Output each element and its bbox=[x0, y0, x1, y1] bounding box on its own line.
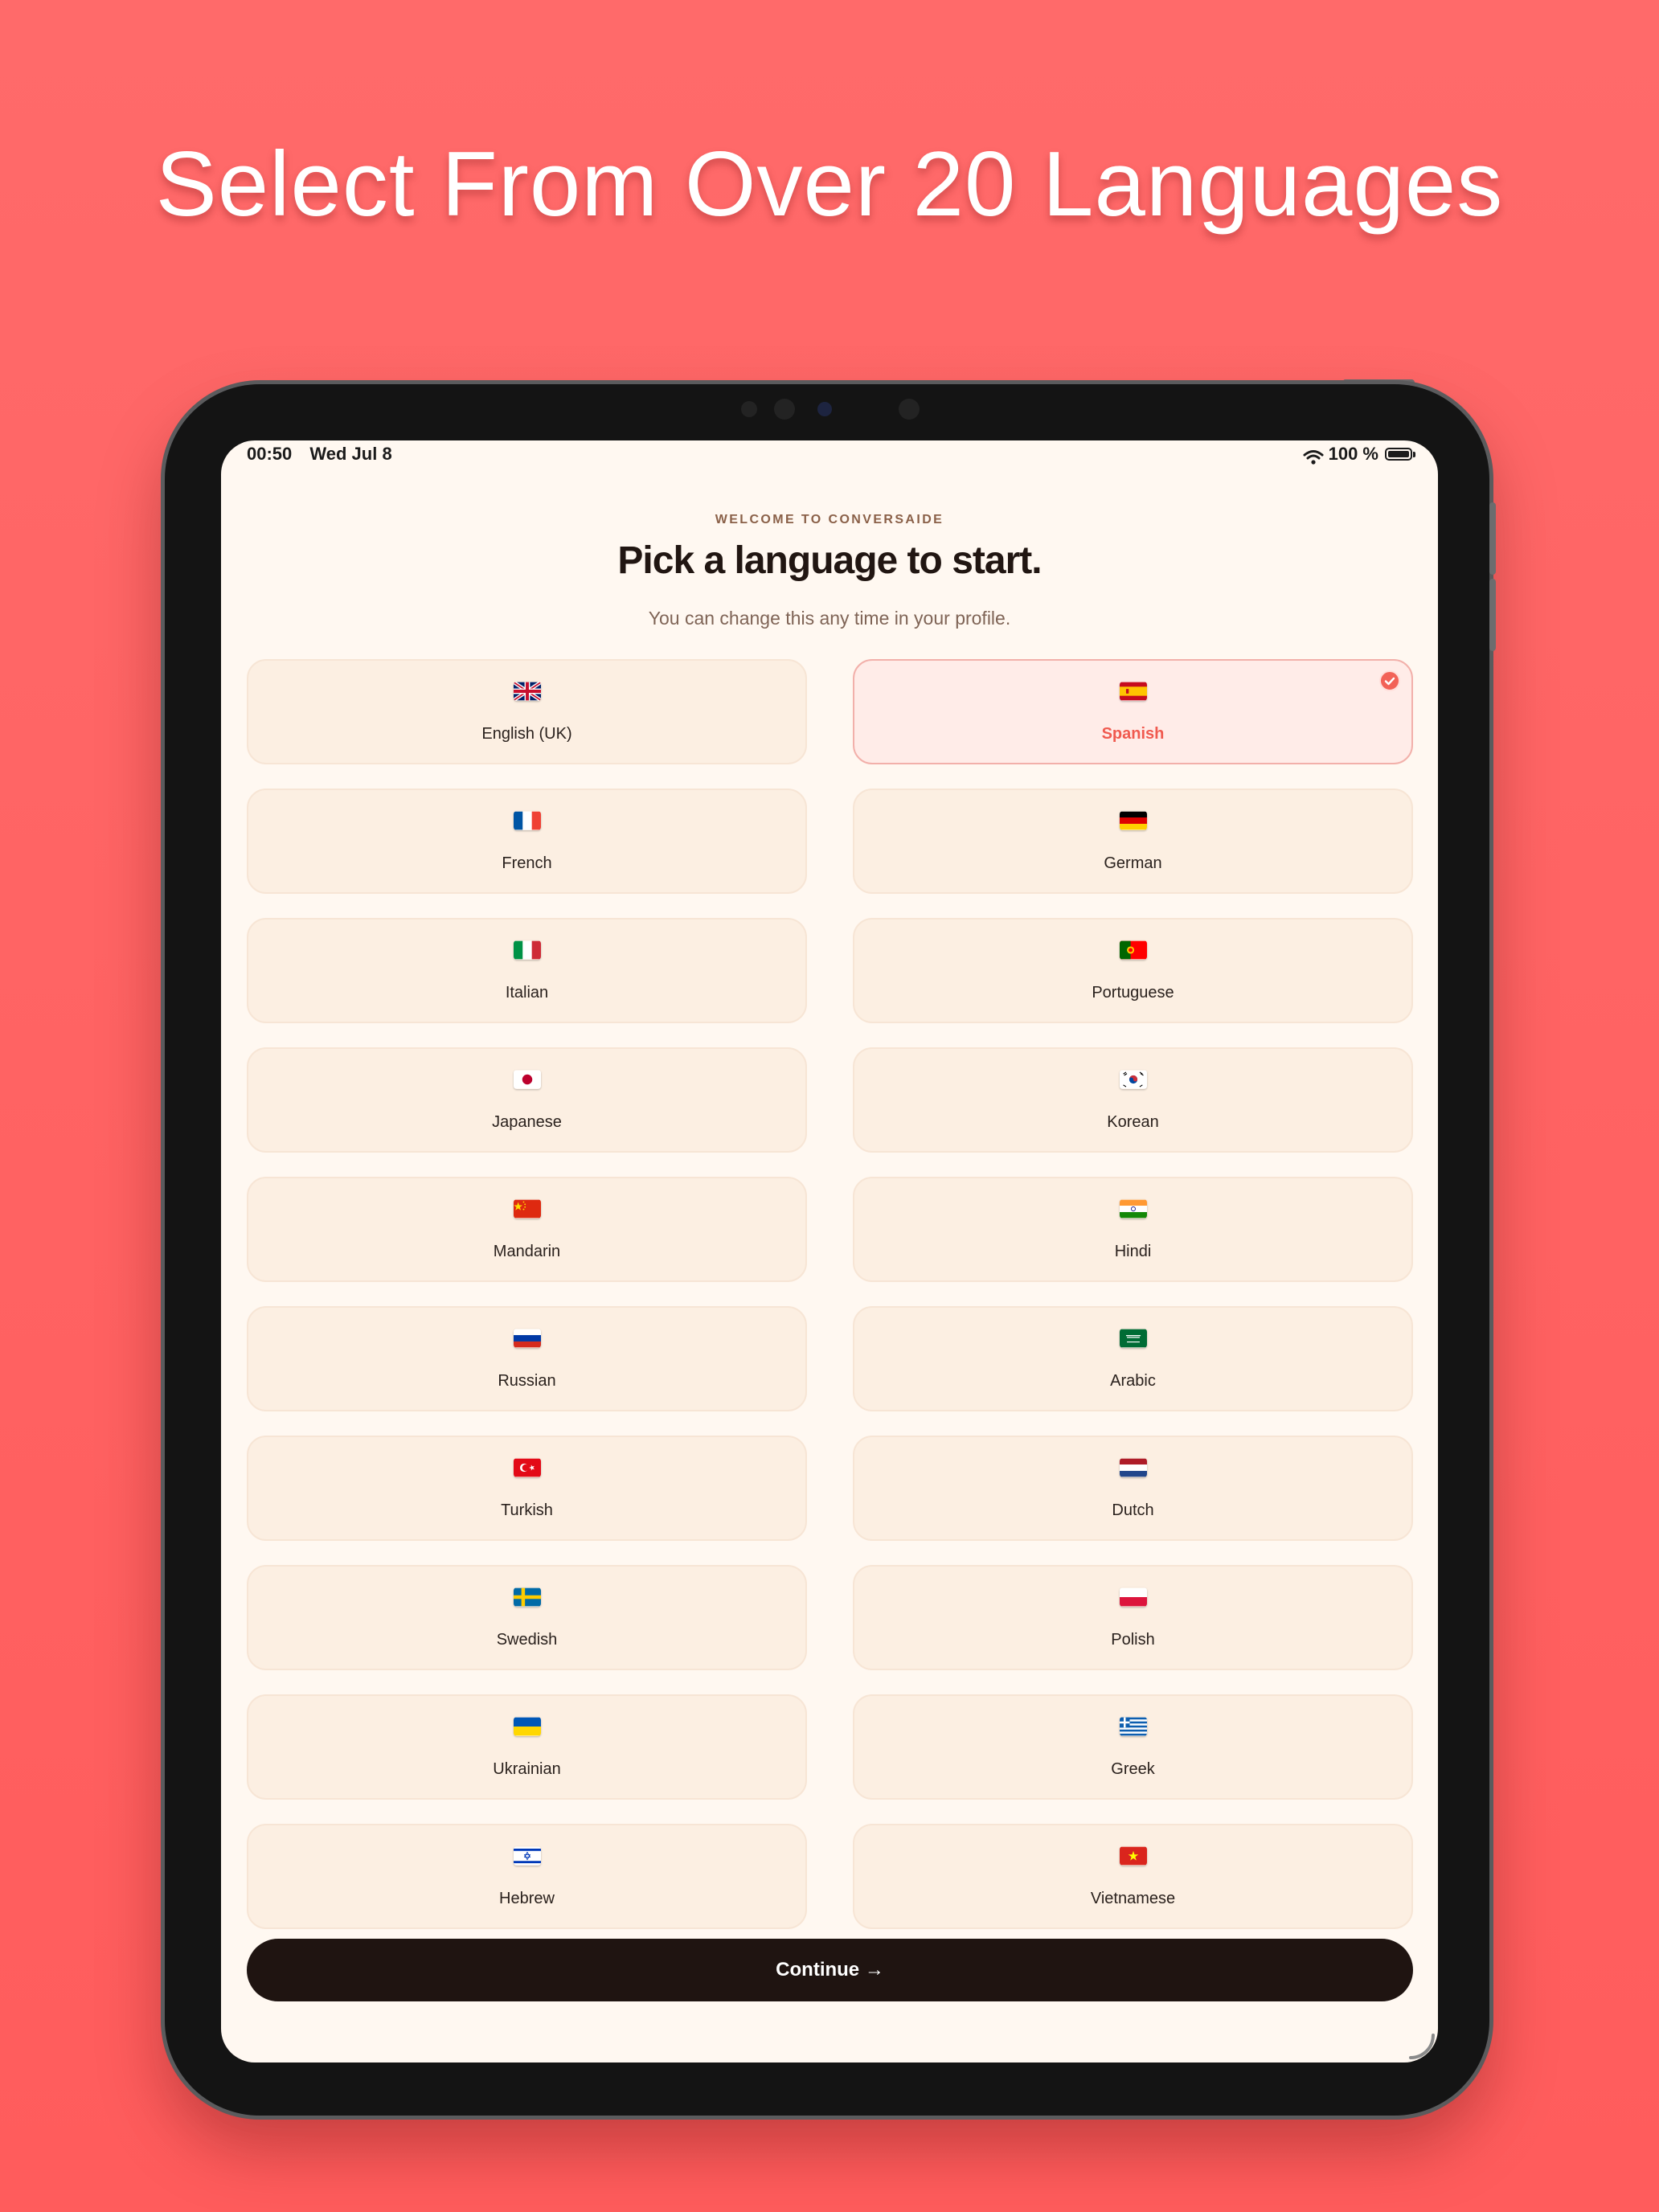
language-card-hindi[interactable]: Hindi bbox=[853, 1177, 1413, 1282]
language-card-swedish[interactable]: Swedish bbox=[247, 1565, 807, 1670]
battery-percentage: 100 % bbox=[1328, 444, 1378, 464]
poland-flag-icon bbox=[1119, 1587, 1147, 1607]
status-left: 00:50 Wed Jul 8 bbox=[247, 440, 405, 468]
language-card-greek[interactable]: Greek bbox=[853, 1694, 1413, 1800]
wifi-icon bbox=[1303, 446, 1324, 465]
language-label: Vietnamese bbox=[1090, 1890, 1176, 1907]
language-label: Dutch bbox=[1112, 1501, 1154, 1519]
status-time: 00:50 bbox=[247, 444, 293, 464]
language-label: Portuguese bbox=[1092, 984, 1174, 1002]
language-label: Ukrainian bbox=[493, 1760, 561, 1778]
israel-flag-icon bbox=[513, 1846, 541, 1866]
language-label: Spanish bbox=[1101, 725, 1165, 743]
germany-flag-icon bbox=[1119, 811, 1147, 830]
language-label: French bbox=[502, 854, 552, 872]
continue-button[interactable]: Continue → bbox=[247, 1939, 1413, 2001]
language-label: Hindi bbox=[1114, 1243, 1152, 1260]
language-label: Russian bbox=[498, 1372, 556, 1390]
app-screen: 00:50 Wed Jul 8 100 % WELCOME TO CONVERS… bbox=[221, 440, 1438, 2062]
language-label: Japanese bbox=[492, 1113, 562, 1131]
language-label: Italian bbox=[505, 984, 549, 1002]
language-label: Hebrew bbox=[499, 1890, 555, 1907]
language-grid: English (UK) Spanish French German Itali… bbox=[247, 659, 1413, 1929]
language-card-turkish[interactable]: Turkish bbox=[247, 1436, 807, 1541]
front-camera-icon bbox=[817, 402, 832, 416]
language-label: Korean bbox=[1107, 1113, 1159, 1131]
language-label: Arabic bbox=[1110, 1372, 1156, 1390]
japan-flag-icon bbox=[513, 1070, 541, 1089]
greece-flag-icon bbox=[1119, 1717, 1147, 1736]
page-subtitle: You can change this any time in your pro… bbox=[648, 608, 1011, 629]
uk-flag-icon bbox=[513, 682, 541, 701]
russia-flag-icon bbox=[513, 1329, 541, 1348]
china-flag-icon bbox=[513, 1199, 541, 1219]
language-label: Polish bbox=[1111, 1631, 1155, 1649]
language-card-hebrew[interactable]: Hebrew bbox=[247, 1824, 807, 1929]
page-title: Pick a language to start. bbox=[617, 539, 1042, 582]
language-card-french[interactable]: French bbox=[247, 789, 807, 894]
south-korea-flag-icon bbox=[1119, 1070, 1147, 1089]
language-card-korean[interactable]: Korean bbox=[853, 1047, 1413, 1153]
language-card-english-uk[interactable]: English (UK) bbox=[247, 659, 807, 764]
checkmark-icon bbox=[1379, 670, 1400, 691]
france-flag-icon bbox=[513, 811, 541, 830]
sensor-icon bbox=[899, 399, 920, 420]
saudi-arabia-flag-icon bbox=[1119, 1329, 1147, 1348]
vietnam-flag-icon bbox=[1119, 1846, 1147, 1866]
language-card-dutch[interactable]: Dutch bbox=[853, 1436, 1413, 1541]
turkey-flag-icon bbox=[513, 1458, 541, 1477]
language-label: Swedish bbox=[496, 1631, 558, 1649]
corner-handle-icon bbox=[1404, 2029, 1436, 2061]
language-card-italian[interactable]: Italian bbox=[247, 918, 807, 1023]
language-card-japanese[interactable]: Japanese bbox=[247, 1047, 807, 1153]
language-label: Turkish bbox=[501, 1501, 553, 1519]
status-right: 100 % bbox=[1303, 440, 1415, 468]
portugal-flag-icon bbox=[1119, 940, 1147, 960]
language-card-russian[interactable]: Russian bbox=[247, 1306, 807, 1411]
spain-flag-icon bbox=[1119, 682, 1147, 701]
language-label: English (UK) bbox=[481, 725, 572, 743]
language-card-vietnamese[interactable]: Vietnamese bbox=[853, 1824, 1413, 1929]
language-card-polish[interactable]: Polish bbox=[853, 1565, 1413, 1670]
status-bar: 00:50 Wed Jul 8 100 % bbox=[247, 440, 1415, 468]
ukraine-flag-icon bbox=[513, 1717, 541, 1736]
netherlands-flag-icon bbox=[1119, 1458, 1147, 1477]
camera-icon bbox=[774, 399, 795, 420]
status-date: Wed Jul 8 bbox=[309, 444, 392, 464]
battery-icon bbox=[1385, 448, 1415, 461]
language-card-spanish[interactable]: Spanish bbox=[853, 659, 1413, 764]
language-card-ukrainian[interactable]: Ukrainian bbox=[247, 1694, 807, 1800]
volume-up-button bbox=[1489, 502, 1496, 575]
language-card-mandarin[interactable]: Mandarin bbox=[247, 1177, 807, 1282]
language-label: German bbox=[1104, 854, 1162, 872]
language-label: Greek bbox=[1111, 1760, 1155, 1778]
language-card-portuguese[interactable]: Portuguese bbox=[853, 918, 1413, 1023]
promo-headline: Select From Over 20 Languages bbox=[155, 133, 1504, 236]
italy-flag-icon bbox=[513, 940, 541, 960]
sweden-flag-icon bbox=[513, 1587, 541, 1607]
sensor-icon bbox=[741, 401, 757, 417]
india-flag-icon bbox=[1119, 1199, 1147, 1219]
language-card-german[interactable]: German bbox=[853, 789, 1413, 894]
welcome-eyebrow: WELCOME TO CONVERSAIDE bbox=[715, 513, 944, 526]
volume-down-button bbox=[1489, 579, 1496, 651]
language-card-arabic[interactable]: Arabic bbox=[853, 1306, 1413, 1411]
language-label: Mandarin bbox=[493, 1243, 561, 1260]
